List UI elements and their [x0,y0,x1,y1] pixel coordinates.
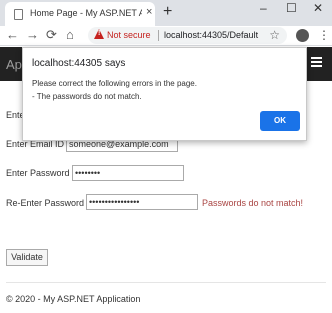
url-text[interactable]: localhost:44305/Default [164,30,258,40]
password-field[interactable]: •••••••• [72,165,184,181]
footer-text: © 2020 - My ASP.NET Application [6,294,141,304]
dialog-message-line: - The passwords do not match. [32,92,142,101]
window-close-icon[interactable]: ✕ [313,1,323,15]
tab-title: Home Page - My ASP.NET Applic [30,8,142,18]
dialog-message-line: Please correct the following errors in t… [32,79,197,88]
warning-icon[interactable] [94,29,104,39]
ok-button[interactable]: OK [260,111,300,131]
app-brand[interactable]: Ap [6,57,22,72]
reenter-password-label: Re-Enter Password [6,198,85,208]
back-icon[interactable]: ← [6,27,19,42]
footer-divider [6,282,326,283]
home-icon[interactable]: ⌂ [66,27,74,42]
browser-toolbar: ← → ⟳ ⌂ Not secure localhost:44305/Defau… [0,26,332,46]
minimize-icon[interactable]: – [260,1,267,15]
security-label[interactable]: Not secure [107,30,151,40]
reload-icon[interactable]: ⟳ [46,27,57,43]
omnibox-divider [158,30,159,41]
alert-dialog: localhost:44305 says Please correct the … [22,47,307,141]
tab-close-icon[interactable]: × [146,6,152,18]
forward-icon[interactable]: → [26,27,39,42]
password-mismatch-error: Passwords do not match! [202,198,304,208]
tab-strip: Home Page - My ASP.NET Applic × + – ☐ ✕ [0,0,332,26]
dialog-title: localhost:44305 says [32,58,126,69]
password-label: Enter Password [6,168,70,178]
validate-button[interactable]: Validate [6,249,48,266]
browser-menu-icon[interactable]: ⋮ [318,28,330,42]
hamburger-menu-icon[interactable] [311,57,322,67]
browser-tab[interactable]: Home Page - My ASP.NET Applic × [5,2,155,26]
profile-avatar-icon[interactable] [296,29,309,42]
address-bar[interactable]: Not secure localhost:44305/Default ☆ [88,27,287,44]
bookmark-star-icon[interactable]: ☆ [269,28,280,42]
maximize-icon[interactable]: ☐ [286,1,297,15]
page-icon [14,9,23,20]
new-tab-button[interactable]: + [163,3,172,21]
reenter-password-field[interactable]: •••••••••••••••• [86,194,198,210]
